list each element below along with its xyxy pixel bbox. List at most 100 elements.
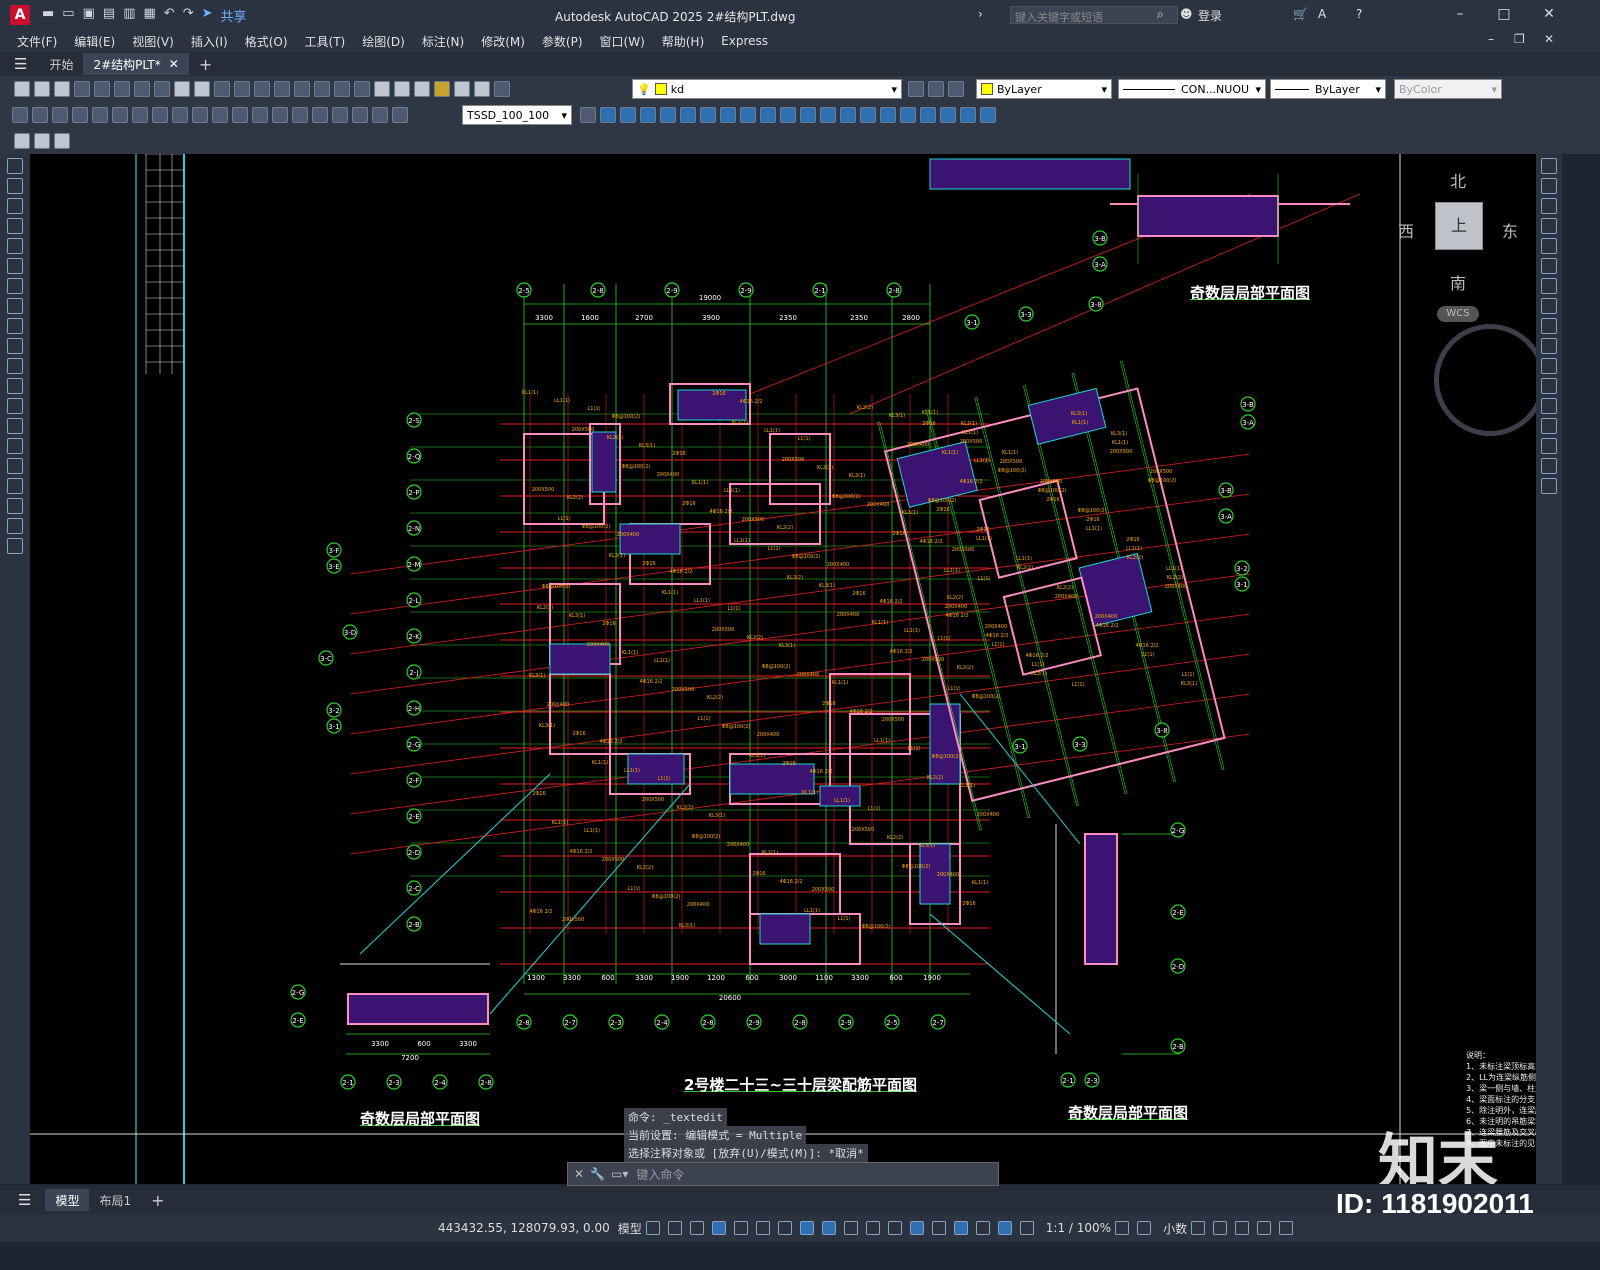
dim-style-icon[interactable] <box>580 107 596 123</box>
menu-modify[interactable]: 修改(M) <box>481 33 525 50</box>
tab-layout1[interactable]: 布局1 <box>89 1189 141 1211</box>
new-tab-button[interactable]: + <box>189 53 222 75</box>
tab-model[interactable]: 模型 <box>45 1189 90 1211</box>
hatch-icon[interactable] <box>7 438 23 454</box>
annotation-visibility-icon[interactable] <box>997 1221 1012 1235</box>
auto-scale-icon[interactable] <box>1019 1221 1034 1235</box>
viewcube-ring[interactable] <box>1434 324 1536 436</box>
tab-close-icon[interactable]: ✕ <box>169 57 179 71</box>
share-icon[interactable]: ➤ <box>202 6 213 25</box>
array-icon[interactable] <box>680 107 696 123</box>
side-erase-icon[interactable] <box>1541 158 1557 174</box>
3d-osnap-icon[interactable] <box>909 1221 924 1235</box>
side-mirror-icon[interactable] <box>1541 198 1557 214</box>
autocad-logo-icon[interactable]: A <box>10 5 30 25</box>
layer-select[interactable]: 💡 kd ▾ <box>632 79 902 99</box>
dim-aligned-icon[interactable] <box>32 107 48 123</box>
construction-line-icon[interactable] <box>7 178 23 194</box>
move-icon[interactable] <box>700 107 716 123</box>
side-scale-icon[interactable] <box>1541 298 1557 314</box>
dim-space-icon[interactable] <box>232 107 248 123</box>
doc-restore-button[interactable]: ❐ <box>1514 32 1525 46</box>
circle-icon[interactable] <box>7 278 23 294</box>
customize-wrench-icon[interactable]: 🔧 <box>590 1167 605 1181</box>
menu-tools[interactable]: 工具(T) <box>305 33 346 50</box>
menu-express[interactable]: Express <box>721 34 768 48</box>
dim-diameter-icon[interactable] <box>132 107 148 123</box>
close-button[interactable]: ✕ <box>1539 6 1559 22</box>
doc-close-button[interactable]: ✕ <box>1544 32 1554 46</box>
gizmo-icon[interactable] <box>975 1221 990 1235</box>
match-prop-icon[interactable] <box>214 81 230 97</box>
graphics-performance-icon[interactable] <box>1235 1221 1250 1235</box>
tool-palette-icon[interactable] <box>414 81 430 97</box>
xref-icon[interactable] <box>980 107 996 123</box>
help-tool-icon[interactable] <box>474 81 490 97</box>
insert-block-icon[interactable] <box>940 107 956 123</box>
isolate-objects-icon[interactable] <box>1213 1221 1228 1235</box>
close-block-icon[interactable] <box>54 133 70 149</box>
menu-edit[interactable]: 编辑(E) <box>74 33 115 50</box>
layout-menu-icon[interactable]: ☰ <box>18 1191 31 1209</box>
new-file-icon[interactable]: ▬ <box>42 6 54 25</box>
menu-dimension[interactable]: 标注(N) <box>422 33 464 50</box>
add-layout-button[interactable]: + <box>141 1189 174 1211</box>
doc-minimize-button[interactable]: – <box>1488 32 1494 46</box>
zoom-realtime-icon[interactable] <box>314 81 330 97</box>
table-icon[interactable] <box>7 498 23 514</box>
pdf-icon[interactable] <box>134 81 150 97</box>
quick-properties-icon[interactable] <box>1191 1221 1206 1235</box>
dim-edit-icon[interactable] <box>352 107 368 123</box>
selection-filter-icon[interactable] <box>953 1221 968 1235</box>
menu-view[interactable]: 视图(V) <box>132 33 174 50</box>
search-icon[interactable]: ⌕ <box>1157 7 1164 22</box>
explode-icon[interactable] <box>900 107 916 123</box>
object-snap-icon[interactable] <box>821 1221 836 1235</box>
print-icon[interactable] <box>74 81 90 97</box>
redo-tool-icon[interactable] <box>274 81 290 97</box>
wcs-button[interactable]: WCS <box>1437 306 1479 322</box>
menu-draw[interactable]: 绘图(D) <box>362 33 405 50</box>
side-copy-icon[interactable] <box>1541 178 1557 194</box>
selection-cycling-icon[interactable] <box>887 1221 902 1235</box>
menu-file[interactable]: 文件(F) <box>17 33 57 50</box>
side-extend-icon[interactable] <box>1541 358 1557 374</box>
side-join-icon[interactable] <box>1541 398 1557 414</box>
side-fillet-icon[interactable] <box>1541 438 1557 454</box>
open-icon[interactable] <box>34 81 50 97</box>
mirror-icon[interactable] <box>640 107 656 123</box>
open-file-icon[interactable]: ▭ <box>62 6 74 25</box>
viewcube-north[interactable]: 北 <box>1450 168 1466 192</box>
fillet-icon[interactable] <box>880 107 896 123</box>
inspection-icon[interactable] <box>312 107 328 123</box>
save-as-icon[interactable]: ▤ <box>103 6 115 25</box>
ortho-icon[interactable] <box>733 1221 748 1235</box>
side-chamfer-icon[interactable] <box>1541 418 1557 434</box>
clean-screen-icon[interactable] <box>1257 1221 1272 1235</box>
drawing-canvas[interactable]: 19000 3300 1600 2700 3900 2350 2350 2800 20600 13… <box>30 154 1536 1184</box>
dim-arc-icon[interactable] <box>52 107 68 123</box>
dim-text-edit-icon[interactable] <box>372 107 388 123</box>
command-input[interactable]: ✕ 🔧 ▭▾ 键入命令 <box>567 1162 999 1186</box>
spline-icon[interactable] <box>7 318 23 334</box>
erase-icon[interactable] <box>600 107 616 123</box>
break-icon[interactable] <box>820 107 836 123</box>
menu-help[interactable]: 帮助(H) <box>662 33 704 50</box>
block-icon[interactable] <box>920 107 936 123</box>
side-trim-icon[interactable] <box>1541 338 1557 354</box>
scale-icon[interactable] <box>740 107 756 123</box>
polygon-icon[interactable] <box>7 218 23 234</box>
command-prompt-icon[interactable]: ▭▾ <box>611 1167 628 1181</box>
side-blend-icon[interactable] <box>1541 458 1557 474</box>
dim-angular-icon[interactable] <box>152 107 168 123</box>
snap-icon[interactable] <box>667 1221 682 1235</box>
search-arrow-icon[interactable]: › <box>978 7 983 21</box>
layer-state-icon[interactable] <box>948 81 964 97</box>
side-stretch-icon[interactable] <box>1541 318 1557 334</box>
grid-icon[interactable] <box>645 1221 660 1235</box>
qnew-icon[interactable] <box>14 81 30 97</box>
sheet-set-icon[interactable] <box>434 81 450 97</box>
block-editor-icon[interactable] <box>234 81 250 97</box>
close-command-icon[interactable]: ✕ <box>574 1167 584 1181</box>
transparency-icon[interactable] <box>865 1221 880 1235</box>
